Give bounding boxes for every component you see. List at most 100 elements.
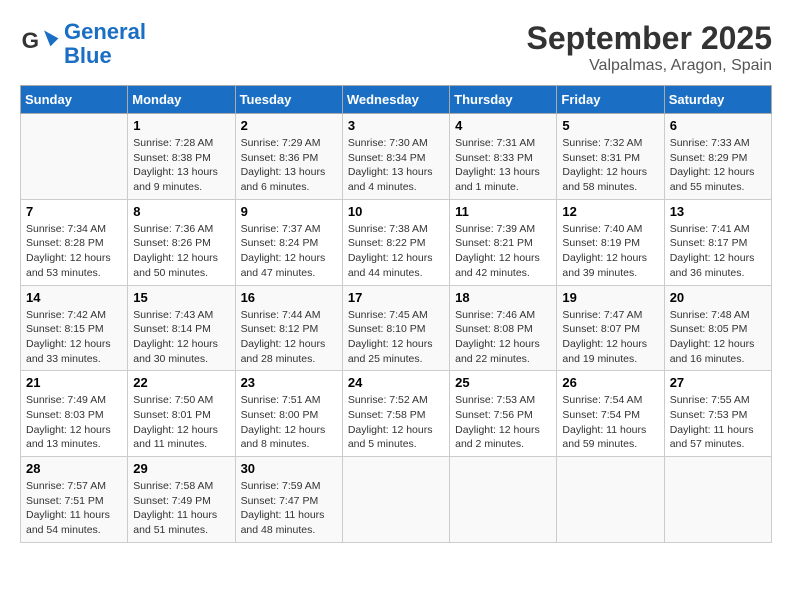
day-number: 20 [670,290,766,305]
day-info: Sunrise: 7:28 AM Sunset: 8:38 PM Dayligh… [133,136,229,195]
logo-icon: G [20,24,60,64]
day-info: Sunrise: 7:43 AM Sunset: 8:14 PM Dayligh… [133,308,229,367]
calendar-cell: 9 Sunrise: 7:37 AM Sunset: 8:24 PM Daylig… [235,199,342,285]
day-number: 4 [455,118,551,133]
calendar-week-row: 28Sunrise: 7:57 AM Sunset: 7:51 PM Dayli… [21,457,772,543]
day-info: Sunrise: 7:47 AM Sunset: 8:07 PM Dayligh… [562,308,658,367]
logo: G General Blue [20,20,146,68]
month-title: September 2025 [527,20,772,57]
day-info: Sunrise: 7:32 AM Sunset: 8:31 PM Dayligh… [562,136,658,195]
location: Valpalmas, Aragon, Spain [527,57,772,75]
day-info: Sunrise: 7:48 AM Sunset: 8:05 PM Dayligh… [670,308,766,367]
calendar-cell: 19 Sunrise: 7:47 AM Sunset: 8:07 PM Dayli… [557,285,664,371]
calendar-cell [664,457,771,543]
calendar-cell: 4 Sunrise: 7:31 AM Sunset: 8:33 PM Daylig… [450,114,557,200]
calendar-cell [21,114,128,200]
calendar-cell: 6Sunrise: 7:33 AM Sunset: 8:29 PM Daylig… [664,114,771,200]
day-number: 12 [562,204,658,219]
weekday-header-tuesday: Tuesday [235,86,342,114]
calendar-cell: 24 Sunrise: 7:52 AM Sunset: 7:58 PM Dayli… [342,371,449,457]
calendar-cell: 26 Sunrise: 7:54 AM Sunset: 7:54 PM Dayli… [557,371,664,457]
day-info: Sunrise: 7:38 AM Sunset: 8:22 PM Dayligh… [348,222,444,281]
logo-text: General Blue [64,20,146,68]
logo-line1: General [64,19,146,44]
day-number: 6 [670,118,766,133]
day-info: Sunrise: 7:52 AM Sunset: 7:58 PM Dayligh… [348,393,444,452]
calendar-cell: 14 Sunrise: 7:42 AM Sunset: 8:15 PM Dayli… [21,285,128,371]
day-info: Sunrise: 7:36 AM Sunset: 8:26 PM Dayligh… [133,222,229,281]
day-number: 3 [348,118,444,133]
calendar-cell: 16Sunrise: 7:44 AM Sunset: 8:12 PM Dayli… [235,285,342,371]
day-number: 5 [562,118,658,133]
day-info: Sunrise: 7:53 AM Sunset: 7:56 PM Dayligh… [455,393,551,452]
day-number: 7 [26,204,122,219]
calendar-cell: 13Sunrise: 7:41 AM Sunset: 8:17 PM Dayli… [664,199,771,285]
calendar-cell: 20 Sunrise: 7:48 AM Sunset: 8:05 PM Dayli… [664,285,771,371]
day-info: Sunrise: 7:50 AM Sunset: 8:01 PM Dayligh… [133,393,229,452]
day-info: Sunrise: 7:37 AM Sunset: 8:24 PM Dayligh… [241,222,337,281]
calendar-cell: 10 Sunrise: 7:38 AM Sunset: 8:22 PM Dayli… [342,199,449,285]
calendar-cell: 17 Sunrise: 7:45 AM Sunset: 8:10 PM Dayli… [342,285,449,371]
day-info: Sunrise: 7:30 AM Sunset: 8:34 PM Dayligh… [348,136,444,195]
calendar-week-row: 21 Sunrise: 7:49 AM Sunset: 8:03 PM Dayli… [21,371,772,457]
calendar-cell: 25 Sunrise: 7:53 AM Sunset: 7:56 PM Dayli… [450,371,557,457]
day-number: 22 [133,375,229,390]
day-info: Sunrise: 7:45 AM Sunset: 8:10 PM Dayligh… [348,308,444,367]
calendar-cell [557,457,664,543]
day-info: Sunrise: 7:55 AM Sunset: 7:53 PM Dayligh… [670,393,766,452]
calendar-cell: 15 Sunrise: 7:43 AM Sunset: 8:14 PM Dayli… [128,285,235,371]
day-info: Sunrise: 7:57 AM Sunset: 7:51 PM Dayligh… [26,479,122,538]
day-number: 26 [562,375,658,390]
day-number: 18 [455,290,551,305]
day-info: Sunrise: 7:31 AM Sunset: 8:33 PM Dayligh… [455,136,551,195]
day-info: Sunrise: 7:34 AM Sunset: 8:28 PM Dayligh… [26,222,122,281]
calendar-week-row: 14 Sunrise: 7:42 AM Sunset: 8:15 PM Dayli… [21,285,772,371]
day-number: 15 [133,290,229,305]
calendar-cell: 29Sunrise: 7:58 AM Sunset: 7:49 PM Dayli… [128,457,235,543]
day-number: 2 [241,118,337,133]
day-number: 30 [241,461,337,476]
day-number: 9 [241,204,337,219]
calendar-cell [450,457,557,543]
day-number: 16 [241,290,337,305]
calendar-cell: 18Sunrise: 7:46 AM Sunset: 8:08 PM Dayli… [450,285,557,371]
day-number: 13 [670,204,766,219]
calendar-cell [342,457,449,543]
day-number: 24 [348,375,444,390]
day-number: 11 [455,204,551,219]
day-number: 19 [562,290,658,305]
day-info: Sunrise: 7:42 AM Sunset: 8:15 PM Dayligh… [26,308,122,367]
weekday-header-saturday: Saturday [664,86,771,114]
day-number: 29 [133,461,229,476]
calendar-cell: 22 Sunrise: 7:50 AM Sunset: 8:01 PM Dayli… [128,371,235,457]
calendar-cell: 21 Sunrise: 7:49 AM Sunset: 8:03 PM Dayli… [21,371,128,457]
weekday-header-thursday: Thursday [450,86,557,114]
day-info: Sunrise: 7:40 AM Sunset: 8:19 PM Dayligh… [562,222,658,281]
calendar-cell: 5 Sunrise: 7:32 AM Sunset: 8:31 PM Daylig… [557,114,664,200]
logo-line2: Blue [64,43,112,68]
day-number: 21 [26,375,122,390]
day-number: 1 [133,118,229,133]
calendar-cell: 30Sunrise: 7:59 AM Sunset: 7:47 PM Dayli… [235,457,342,543]
day-number: 10 [348,204,444,219]
day-number: 8 [133,204,229,219]
day-info: Sunrise: 7:51 AM Sunset: 8:00 PM Dayligh… [241,393,337,452]
day-info: Sunrise: 7:29 AM Sunset: 8:36 PM Dayligh… [241,136,337,195]
weekday-header-wednesday: Wednesday [342,86,449,114]
calendar-cell: 12 Sunrise: 7:40 AM Sunset: 8:19 PM Dayli… [557,199,664,285]
day-info: Sunrise: 7:54 AM Sunset: 7:54 PM Dayligh… [562,393,658,452]
calendar-cell: 8 Sunrise: 7:36 AM Sunset: 8:26 PM Daylig… [128,199,235,285]
day-number: 14 [26,290,122,305]
page-header: G General Blue September 2025 Valpalmas,… [20,20,772,75]
calendar-cell: 1 Sunrise: 7:28 AM Sunset: 8:38 PM Daylig… [128,114,235,200]
svg-text:G: G [22,28,39,53]
day-number: 27 [670,375,766,390]
day-number: 17 [348,290,444,305]
day-info: Sunrise: 7:49 AM Sunset: 8:03 PM Dayligh… [26,393,122,452]
calendar-cell: 28Sunrise: 7:57 AM Sunset: 7:51 PM Dayli… [21,457,128,543]
day-number: 23 [241,375,337,390]
day-number: 25 [455,375,551,390]
calendar-cell: 11Sunrise: 7:39 AM Sunset: 8:21 PM Dayli… [450,199,557,285]
calendar-table: SundayMondayTuesdayWednesdayThursdayFrid… [20,85,772,543]
title-block: September 2025 Valpalmas, Aragon, Spain [527,20,772,75]
